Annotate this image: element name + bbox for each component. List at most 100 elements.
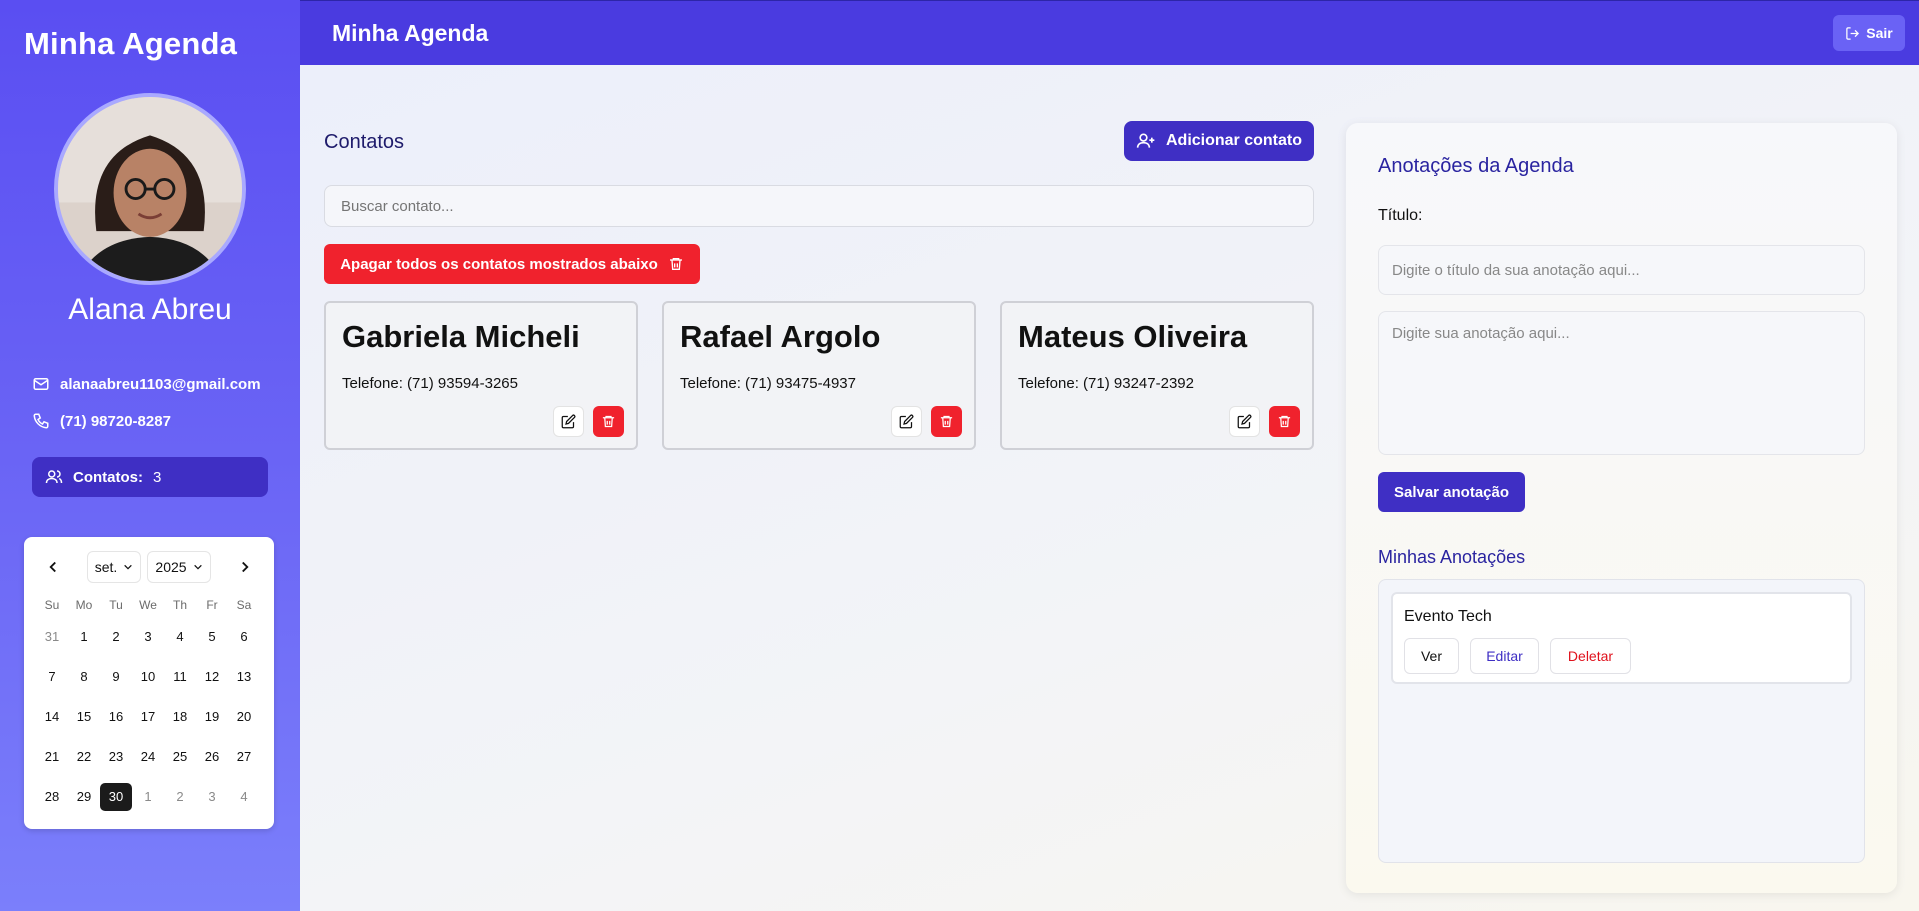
view-note-button[interactable]: Ver [1404,638,1459,674]
add-contact-label: Adicionar contato [1165,132,1302,149]
calendar-day[interactable]: 16 [100,703,132,731]
sidebar-title: Minha Agenda [24,26,238,61]
calendar-day[interactable]: 27 [228,743,260,771]
calendar-day[interactable]: 6 [228,623,260,651]
delete-all-button[interactable]: Apagar todos os contatos mostrados abaix… [324,244,700,284]
calendar-day[interactable]: 25 [164,743,196,771]
calendar-day[interactable]: 12 [196,663,228,691]
calendar-day[interactable]: 21 [36,743,68,771]
trash-icon [669,258,682,270]
user-plus-icon [1136,133,1155,148]
save-note-button[interactable]: Salvar anotação [1378,472,1525,512]
calendar-day[interactable]: 5 [196,623,228,651]
delete-contact-button[interactable] [931,406,962,437]
contact-card: Rafael Argolo Telefone: (71) 93475-4937 [662,301,976,450]
calendar-day[interactable]: 24 [132,743,164,771]
calendar-day[interactable]: 15 [68,703,100,731]
phone-icon [33,413,49,429]
calendar-day[interactable]: 28 [36,783,68,811]
contacts-count: 3 [153,468,162,486]
email-line: alanaabreu1103@gmail.com [32,375,261,393]
notes-panel: Anotações da Agenda Título: Digite o tít… [1346,123,1897,893]
calendar-grid: Su Mo Tu We Th Fr Sa 31 1 2 3 4 5 6 7 8 … [36,593,260,817]
calendar-day[interactable]: 7 [36,663,68,691]
calendar-day[interactable]: 20 [228,703,260,731]
user-email: alanaabreu1103@gmail.com [60,375,261,393]
delete-contact-button[interactable] [1269,406,1300,437]
edit-note-button[interactable]: Editar [1470,638,1539,674]
year-select[interactable]: 2025 [147,551,211,583]
contact-card: Gabriela Micheli Telefone: (71) 93594-32… [324,301,638,450]
calendar-day[interactable]: 11 [164,663,196,691]
edit-contact-button[interactable] [891,406,922,437]
trash-icon [1278,415,1291,428]
calendar-day[interactable]: 2 [100,623,132,651]
calendar-day[interactable]: 23 [100,743,132,771]
week-row: 7 8 9 10 11 12 13 [36,657,260,697]
notes-title: Anotações da Agenda [1378,155,1574,177]
calendar-day[interactable]: 3 [196,783,228,811]
calendar-day[interactable]: 14 [36,703,68,731]
calendar-day[interactable]: 1 [132,783,164,811]
search-input[interactable] [324,185,1314,227]
calendar-day[interactable]: 3 [132,623,164,651]
calendar-day[interactable]: 13 [228,663,260,691]
edit-icon [561,414,576,429]
contact-phone: Telefone: (71) 93475-4937 [680,375,856,392]
contact-name: Gabriela Micheli [342,319,580,354]
note-item: Evento Tech Ver Editar Deletar [1391,592,1852,684]
edit-contact-button[interactable] [1229,406,1260,437]
chevron-left-icon[interactable] [44,558,62,576]
delete-note-button[interactable]: Deletar [1550,638,1631,674]
trash-icon [940,415,953,428]
calendar-day[interactable]: 22 [68,743,100,771]
calendar-day[interactable]: 10 [132,663,164,691]
month-select[interactable]: set. [87,551,141,583]
notes-list: Evento Tech Ver Editar Deletar [1378,579,1865,863]
logout-button[interactable]: Sair [1833,15,1905,51]
calendar-day[interactable]: 8 [68,663,100,691]
calendar-day[interactable]: 17 [132,703,164,731]
logout-label: Sair [1866,25,1893,41]
note-title-label: Título: [1378,207,1423,224]
contacts-label: Contatos: [73,468,143,486]
delete-all-label: Apagar todos os contatos mostrados abaix… [340,255,658,273]
note-name: Evento Tech [1404,608,1492,625]
contact-phone: Telefone: (71) 93247-2392 [1018,375,1194,392]
chevron-right-icon[interactable] [236,558,254,576]
contacts-title: Contatos [324,131,405,153]
week-row: 31 1 2 3 4 5 6 [36,617,260,657]
my-notes-title: Minhas Anotações [1378,547,1526,567]
weekday-row: Su Mo Tu We Th Fr Sa [36,593,260,617]
edit-icon [1237,414,1252,429]
week-row: 21 22 23 24 25 26 27 [36,737,260,777]
calendar-day[interactable]: 26 [196,743,228,771]
calendar-day[interactable]: 18 [164,703,196,731]
chevron-down-icon [193,564,202,570]
calendar-day[interactable]: 4 [228,783,260,811]
note-body-textarea[interactable]: Digite sua anotação aqui... [1378,311,1865,455]
user-phone: (71) 98720-8287 [60,412,171,430]
delete-contact-button[interactable] [593,406,624,437]
top-bar: Minha Agenda Sair [300,0,1919,65]
calendar-day[interactable]: 31 [36,623,68,651]
calendar-day[interactable]: 4 [164,623,196,651]
weekday: Th [172,598,187,612]
contact-name: Mateus Oliveira [1018,319,1248,354]
calendar-day[interactable]: 29 [68,783,100,811]
note-title-input[interactable]: Digite o título da sua anotação aqui... [1378,245,1865,295]
calendar-nav: set. 2025 [24,551,274,583]
weekday: Fr [206,598,218,612]
weekday: Mo [75,598,93,612]
weekday: Tu [109,598,123,612]
calendar-day[interactable]: 2 [164,783,196,811]
edit-contact-button[interactable] [553,406,584,437]
mail-icon [33,378,49,390]
add-contact-button[interactable]: Adicionar contato [1124,121,1314,161]
calendar-day-selected[interactable]: 30 [100,783,132,811]
calendar-day[interactable]: 19 [196,703,228,731]
profile-photo [58,97,242,281]
calendar-day[interactable]: 9 [100,663,132,691]
calendar-day[interactable]: 1 [68,623,100,651]
contacts-count-pill: Contatos: 3 [32,457,268,497]
